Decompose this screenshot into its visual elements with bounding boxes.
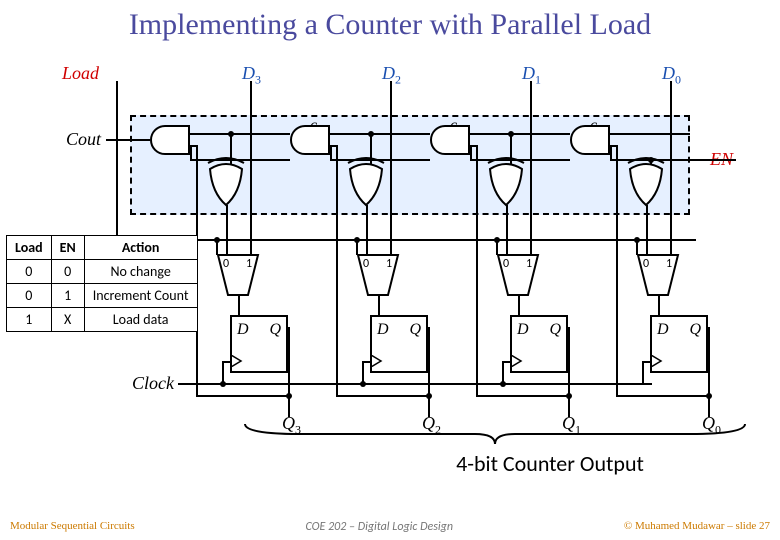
junction-dot — [566, 393, 572, 399]
wire — [366, 205, 368, 255]
wire — [330, 133, 430, 135]
junction-dot — [360, 381, 366, 387]
wire — [476, 395, 570, 397]
wire — [530, 81, 532, 255]
d-flipflop: DQ — [650, 315, 708, 373]
table-row: 00No change — [7, 260, 198, 284]
wire — [336, 145, 338, 397]
wire — [190, 133, 290, 135]
xor-gate — [348, 165, 384, 195]
wire — [642, 361, 650, 363]
footer: Modular Sequential Circuits COE 202 – Di… — [0, 520, 780, 534]
wire — [226, 205, 228, 255]
wire — [646, 205, 648, 255]
junction-dot — [354, 237, 360, 243]
wire — [222, 361, 230, 363]
wire — [378, 295, 380, 315]
wire — [670, 81, 672, 255]
mux: 0 1 — [358, 255, 394, 299]
junction-dot — [494, 237, 500, 243]
footer-left: Modular Sequential Circuits — [10, 520, 135, 534]
footer-right: © Muhamed Mudawar – slide 27 — [624, 520, 770, 534]
output-brace — [240, 420, 750, 450]
wire — [190, 147, 192, 161]
wire — [518, 295, 520, 315]
wire — [178, 383, 652, 385]
wire — [250, 81, 252, 255]
th-action: Action — [84, 236, 197, 260]
cout-label: Cout — [66, 129, 101, 150]
junction-dot — [500, 381, 506, 387]
wire — [106, 139, 150, 141]
wire — [610, 147, 612, 161]
mux: 0 1 — [218, 255, 254, 299]
wire — [370, 133, 372, 165]
junction-dot — [426, 393, 432, 399]
wire — [502, 361, 504, 383]
wire — [190, 145, 198, 147]
wire — [470, 145, 478, 147]
and-gate — [430, 125, 470, 155]
wire — [690, 159, 736, 161]
wire — [116, 239, 696, 241]
th-en: EN — [51, 236, 84, 260]
d-flipflop: DQ — [230, 315, 288, 373]
junction-dot — [286, 393, 292, 399]
and-gate — [150, 125, 190, 155]
wire — [568, 327, 570, 417]
wire — [288, 327, 290, 329]
wire — [390, 81, 392, 255]
wire — [658, 295, 660, 315]
wire — [330, 147, 332, 161]
wire — [470, 133, 570, 135]
wire — [362, 361, 370, 363]
table-row: 01Increment Count — [7, 284, 198, 308]
xor-gate — [208, 165, 244, 195]
wire — [616, 395, 710, 397]
wire — [336, 395, 430, 397]
wire — [222, 361, 224, 383]
wire — [288, 327, 290, 417]
wire — [330, 145, 338, 147]
and-gate — [290, 125, 330, 155]
d-flipflop: DQ — [510, 315, 568, 373]
wire — [238, 295, 240, 315]
xor-gate — [488, 165, 524, 195]
wire — [116, 81, 118, 241]
wire — [616, 145, 618, 397]
truth-table: Load EN Action 00No change 01Increment C… — [6, 235, 198, 332]
th-load: Load — [7, 236, 52, 260]
footer-center: COE 202 – Digital Logic Design — [306, 520, 454, 534]
mux: 0 1 — [498, 255, 534, 299]
wire — [470, 147, 472, 161]
wire — [610, 133, 690, 135]
wire — [476, 145, 478, 397]
page-title: Implementing a Counter with Parallel Loa… — [0, 0, 780, 50]
wire — [502, 361, 510, 363]
junction-dot — [220, 381, 226, 387]
wire — [510, 133, 512, 165]
junction-dot — [214, 237, 220, 243]
wire — [196, 395, 290, 397]
table-row: 1XLoad data — [7, 308, 198, 332]
wire — [642, 361, 644, 383]
junction-dot — [706, 393, 712, 399]
wire — [230, 133, 232, 165]
xor-gate — [628, 165, 664, 195]
d-flipflop: DQ — [370, 315, 428, 373]
load-label: Load — [62, 63, 99, 84]
wire — [428, 327, 430, 417]
wire — [506, 205, 508, 255]
mux: 0 1 — [638, 255, 674, 299]
output-label: 4-bit Counter Output — [400, 450, 700, 477]
wire — [708, 327, 710, 417]
wire — [362, 361, 364, 383]
wire — [610, 145, 618, 147]
junction-dot — [634, 237, 640, 243]
and-gate — [570, 125, 610, 155]
clock-label: Clock — [132, 373, 174, 394]
